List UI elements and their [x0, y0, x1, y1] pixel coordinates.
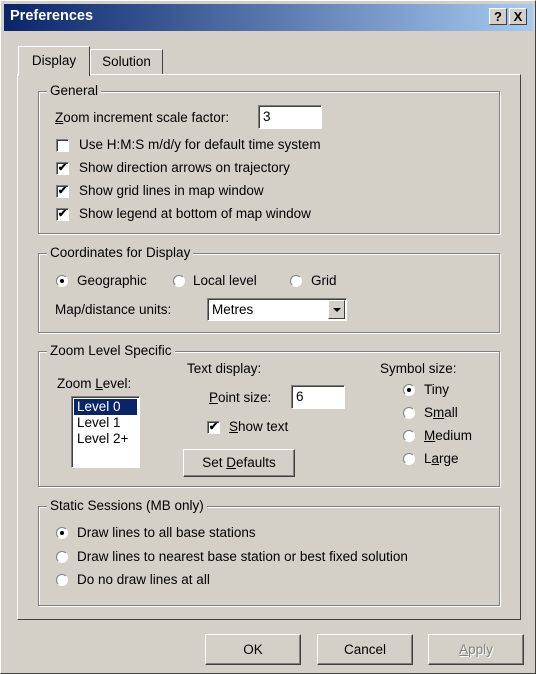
point-size-accel: P	[209, 390, 219, 405]
set-defaults-accel: D	[226, 455, 236, 470]
coordinates-legend: Coordinates for Display	[47, 245, 194, 261]
symbol-size-label: Symbol size:	[380, 361, 457, 376]
help-button[interactable]: ?	[489, 8, 507, 25]
medium-accel: M	[424, 428, 436, 443]
zoom-increment-label: Zoom increment scale factor:	[55, 110, 229, 126]
point-size-input[interactable]: 6	[291, 385, 345, 409]
general-group: General Zoom increment scale factor: 3 U…	[38, 83, 500, 234]
zoom-level-text-a: Zoom	[57, 376, 96, 391]
tab-display-label: Display	[31, 53, 77, 68]
radio-nearest-base-station[interactable]	[56, 551, 68, 563]
radio-local-level[interactable]	[173, 275, 185, 287]
units-label: Map/distance units:	[55, 302, 172, 317]
checkbox-show-text[interactable]: ✔	[207, 421, 220, 434]
apply-text: pply	[468, 642, 493, 657]
radio-no-lines[interactable]	[56, 574, 68, 586]
radio-symbol-medium-label: Medium	[424, 428, 472, 444]
checkbox-time-system[interactable]	[56, 139, 69, 152]
cancel-button[interactable]: Cancel	[317, 634, 413, 665]
ok-button[interactable]: OK	[205, 634, 301, 665]
radio-symbol-tiny[interactable]	[403, 384, 415, 396]
zoom-level-group: Zoom Level Specific Zoom Level: Level 0 …	[38, 343, 500, 487]
checkbox-grid-lines[interactable]: ✔	[56, 185, 69, 198]
set-defaults-text-b: efaults	[235, 455, 276, 470]
radio-symbol-medium[interactable]	[403, 430, 415, 442]
zoom-level-label: Zoom Level:	[57, 376, 131, 392]
tab-display[interactable]: Display	[18, 46, 90, 76]
show-text-accel: S	[229, 419, 239, 434]
radio-geographic[interactable]	[56, 275, 68, 287]
zoom-level-legend: Zoom Level Specific	[47, 343, 175, 359]
radio-symbol-large-label: Large	[424, 451, 459, 467]
radio-grid-label: Grid	[311, 273, 337, 288]
large-text-a: L	[424, 451, 432, 466]
tab-panel-display: General Zoom increment scale factor: 3 U…	[17, 74, 521, 620]
apply-accel: A	[459, 642, 469, 657]
radio-all-base-stations[interactable]	[56, 527, 68, 539]
show-text-text: how text	[238, 419, 289, 434]
large-accel: a	[431, 451, 440, 466]
radio-symbol-large[interactable]	[403, 453, 415, 465]
point-size-text: oint size:	[218, 390, 272, 405]
zoom-level-accel: L	[95, 376, 103, 391]
tab-solution[interactable]: Solution	[90, 49, 163, 74]
zoom-level-text-b: evel:	[102, 376, 132, 391]
apply-button[interactable]: Apply	[428, 634, 524, 665]
units-select[interactable]: Metres	[207, 298, 347, 321]
set-defaults-button[interactable]: Set Defaults	[183, 449, 295, 477]
window-title: Preferences	[10, 8, 94, 24]
medium-text-b: edium	[435, 428, 473, 443]
zoom-increment-text: oom increment scale factor:	[63, 110, 230, 125]
radio-nearest-base-station-label: Draw lines to nearest base station or be…	[77, 549, 408, 564]
tab-solution-label: Solution	[102, 54, 151, 69]
radio-geographic-label: Geographic	[77, 273, 147, 288]
title-bar[interactable]: Preferences ? X	[4, 4, 533, 31]
zoom-increment-accel: Z	[55, 110, 64, 125]
large-text-b: rge	[439, 451, 459, 466]
radio-no-lines-label: Do no draw lines at all	[77, 572, 210, 587]
zoom-increment-input[interactable]: 3	[258, 105, 322, 129]
chevron-down-icon[interactable]	[328, 300, 345, 319]
list-item[interactable]: Level 0	[73, 398, 138, 416]
text-display-label: Text display:	[187, 361, 262, 376]
checkbox-time-system-label: Use H:M:S m/d/y for default time system	[79, 137, 321, 152]
units-select-value: Metres	[212, 302, 254, 317]
point-size-label: Point size:	[209, 390, 271, 406]
show-text-label: Show text	[229, 419, 288, 435]
set-defaults-text-a: Set	[202, 455, 227, 470]
coordinates-group: Coordinates for Display Geographic Local…	[38, 245, 500, 333]
radio-grid[interactable]	[290, 275, 302, 287]
zoom-level-listbox[interactable]: Level 0 Level 1 Level 2+	[71, 396, 140, 468]
checkbox-legend-bottom-label: Show legend at bottom of map window	[79, 206, 311, 221]
checkbox-direction-arrows[interactable]: ✔	[56, 162, 69, 175]
checkbox-grid-lines-label: Show grid lines in map window	[79, 183, 264, 198]
small-accel: m	[433, 405, 445, 420]
small-text-b: all	[444, 405, 458, 420]
static-sessions-legend: Static Sessions (MB only)	[47, 498, 207, 514]
checkbox-direction-arrows-label: Show direction arrows on trajectory	[79, 160, 290, 175]
radio-symbol-tiny-label: Tiny	[424, 382, 450, 397]
general-legend: General	[47, 83, 102, 99]
static-sessions-group: Static Sessions (MB only) Draw lines to …	[38, 498, 500, 606]
list-item[interactable]: Level 1	[74, 415, 137, 431]
radio-all-base-stations-label: Draw lines to all base stations	[77, 525, 256, 540]
radio-symbol-small-label: Small	[424, 405, 458, 421]
radio-symbol-small[interactable]	[403, 407, 415, 419]
checkbox-legend-bottom[interactable]: ✔	[56, 208, 69, 221]
list-item[interactable]: Level 2+	[74, 431, 137, 447]
close-button[interactable]: X	[509, 8, 527, 25]
radio-local-level-label: Local level	[193, 273, 257, 288]
preferences-dialog: Preferences ? X Display Solution General…	[0, 0, 536, 674]
small-text-a: S	[424, 405, 434, 420]
